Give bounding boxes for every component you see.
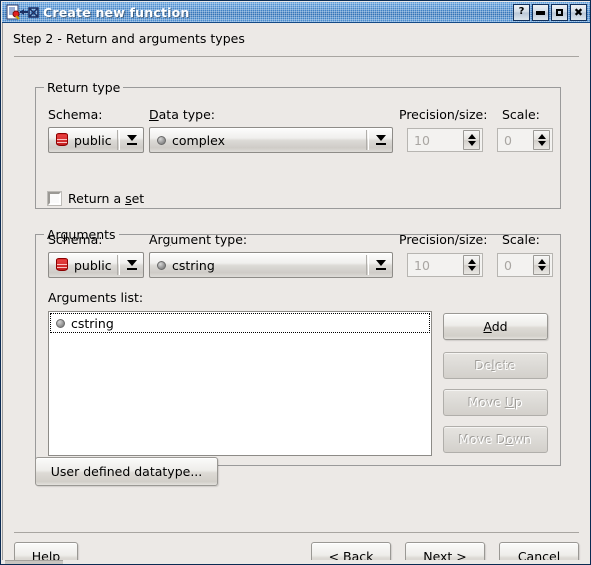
add-label-post: dd <box>491 319 508 334</box>
move-down-label-mnemonic: o <box>506 432 514 447</box>
return-precision-stepper[interactable] <box>463 130 480 150</box>
return-a-set-checkbox-row[interactable]: Return a set <box>47 191 144 206</box>
list-item[interactable]: cstring <box>50 313 430 333</box>
window-maximize-button[interactable] <box>551 3 568 21</box>
argument-type-label-pre: Ar <box>149 232 163 247</box>
create-new-function-dialog: Create new function ? ✖ Step 2 - Return … <box>0 0 591 565</box>
argument-type-combo-inner: cstring <box>150 258 366 273</box>
close-icon: ✖ <box>573 5 584 19</box>
window-minimize-button[interactable] <box>532 3 549 21</box>
argument-precision-value[interactable]: 10 <box>408 258 463 273</box>
window-help-button[interactable]: ? <box>513 3 530 21</box>
window-titlebar[interactable]: Create new function ? ✖ <box>2 2 590 23</box>
return-precision-label: Precision/size: <box>399 107 488 122</box>
return-a-set-label-pre: Return a <box>68 191 126 206</box>
return-schema-combo[interactable]: public <box>48 127 144 153</box>
move-up-button-label: Move Up <box>468 395 523 410</box>
arguments-list-label: Arguments list: <box>48 290 144 305</box>
argument-schema-combo-inner: public <box>49 258 117 273</box>
return-scale-stepper[interactable] <box>533 130 550 150</box>
delete-button: Delete <box>443 352 548 379</box>
return-scale-label: Scale: <box>502 107 540 122</box>
argument-precision-spinner[interactable]: 10 <box>407 253 483 277</box>
argument-schema-label: Schema: <box>48 232 103 247</box>
return-a-set-checkbox[interactable] <box>47 191 62 206</box>
step-title: Step 2 - Return and arguments types <box>13 31 245 46</box>
resize-grip[interactable] <box>5 560 63 564</box>
window-controls: ? ✖ <box>513 3 587 21</box>
return-scale-spinner[interactable]: 0 <box>497 128 553 152</box>
sphere-icon <box>56 318 65 328</box>
argument-scale-spinner[interactable]: 0 <box>497 253 553 277</box>
database-icon <box>56 133 68 147</box>
move-up-label-mnemonic: U <box>505 395 515 410</box>
move-down-button-label: Move Down <box>459 432 532 447</box>
help-question-icon: ? <box>518 6 525 17</box>
return-schema-combo-inner: public <box>49 133 117 148</box>
return-schema-label: Schema: <box>48 107 103 122</box>
delete-label-post: ete <box>495 358 517 373</box>
delete-label-pre: De <box>474 358 493 373</box>
add-button[interactable]: Add <box>443 313 548 340</box>
return-a-set-label: Return a set <box>68 191 144 206</box>
user-defined-datatype-button[interactable]: User defined datatype... <box>35 457 218 486</box>
window-close-button[interactable]: ✖ <box>570 3 587 21</box>
argument-schema-value: public <box>74 257 112 273</box>
argument-precision-label: Precision/size: <box>399 232 488 247</box>
argument-precision-stepper[interactable] <box>463 255 480 275</box>
chevron-down-icon[interactable] <box>121 128 143 152</box>
return-type-group-title: Return type <box>44 80 124 95</box>
return-a-set-label-post: et <box>131 191 145 206</box>
move-down-button: Move Down <box>443 426 548 453</box>
chevron-down-icon[interactable] <box>121 253 143 277</box>
footer-separator <box>14 532 579 533</box>
move-down-label-pre: Move D <box>459 432 507 447</box>
return-precision-value[interactable]: 10 <box>408 133 463 148</box>
return-datatype-label: Data type: <box>149 107 215 122</box>
sphere-icon <box>157 260 166 270</box>
window-title: Create new function <box>43 4 190 20</box>
argument-schema-combo[interactable]: public <box>48 252 144 278</box>
chevron-down-icon[interactable] <box>370 128 392 152</box>
move-up-button: Move Up <box>443 389 548 416</box>
return-schema-value: public <box>74 132 112 148</box>
dialog-client-area: Step 2 - Return and arguments types Retu… <box>2 23 590 564</box>
list-item-label: cstring <box>71 315 114 331</box>
return-scale-value[interactable]: 0 <box>498 133 533 148</box>
return-datatype-value: complex <box>172 132 225 148</box>
function-document-icon <box>6 4 40 20</box>
database-icon <box>56 258 68 272</box>
argument-scale-value[interactable]: 0 <box>498 258 533 273</box>
return-datatype-combo-inner: complex <box>150 133 366 148</box>
delete-button-label: Delete <box>475 358 516 373</box>
argument-type-combo[interactable]: cstring <box>149 252 393 278</box>
return-precision-spinner[interactable]: 10 <box>407 128 483 152</box>
argument-scale-label: Scale: <box>502 232 540 247</box>
return-datatype-label-post: ata type: <box>158 107 215 122</box>
argument-type-label-post: ument type: <box>170 232 248 247</box>
return-datatype-label-mnemonic: D <box>149 107 159 122</box>
user-defined-datatype-label: User defined datatype... <box>50 464 203 479</box>
return-datatype-combo[interactable]: complex <box>149 127 393 153</box>
header-separator <box>14 56 579 57</box>
window-bottom-strip <box>2 560 590 564</box>
arguments-listbox[interactable]: cstring <box>48 311 432 456</box>
add-button-label: Add <box>483 319 507 334</box>
move-up-label-post: p <box>514 395 523 410</box>
chevron-down-icon[interactable] <box>370 253 392 277</box>
sphere-icon <box>157 135 166 145</box>
argument-type-value: cstring <box>172 257 215 273</box>
add-label-mnemonic: A <box>483 319 492 334</box>
move-up-label-pre: Move <box>468 395 506 410</box>
argument-type-label: Argument type: <box>149 232 247 247</box>
argument-scale-stepper[interactable] <box>533 255 550 275</box>
move-down-label-post: wn <box>513 432 532 447</box>
